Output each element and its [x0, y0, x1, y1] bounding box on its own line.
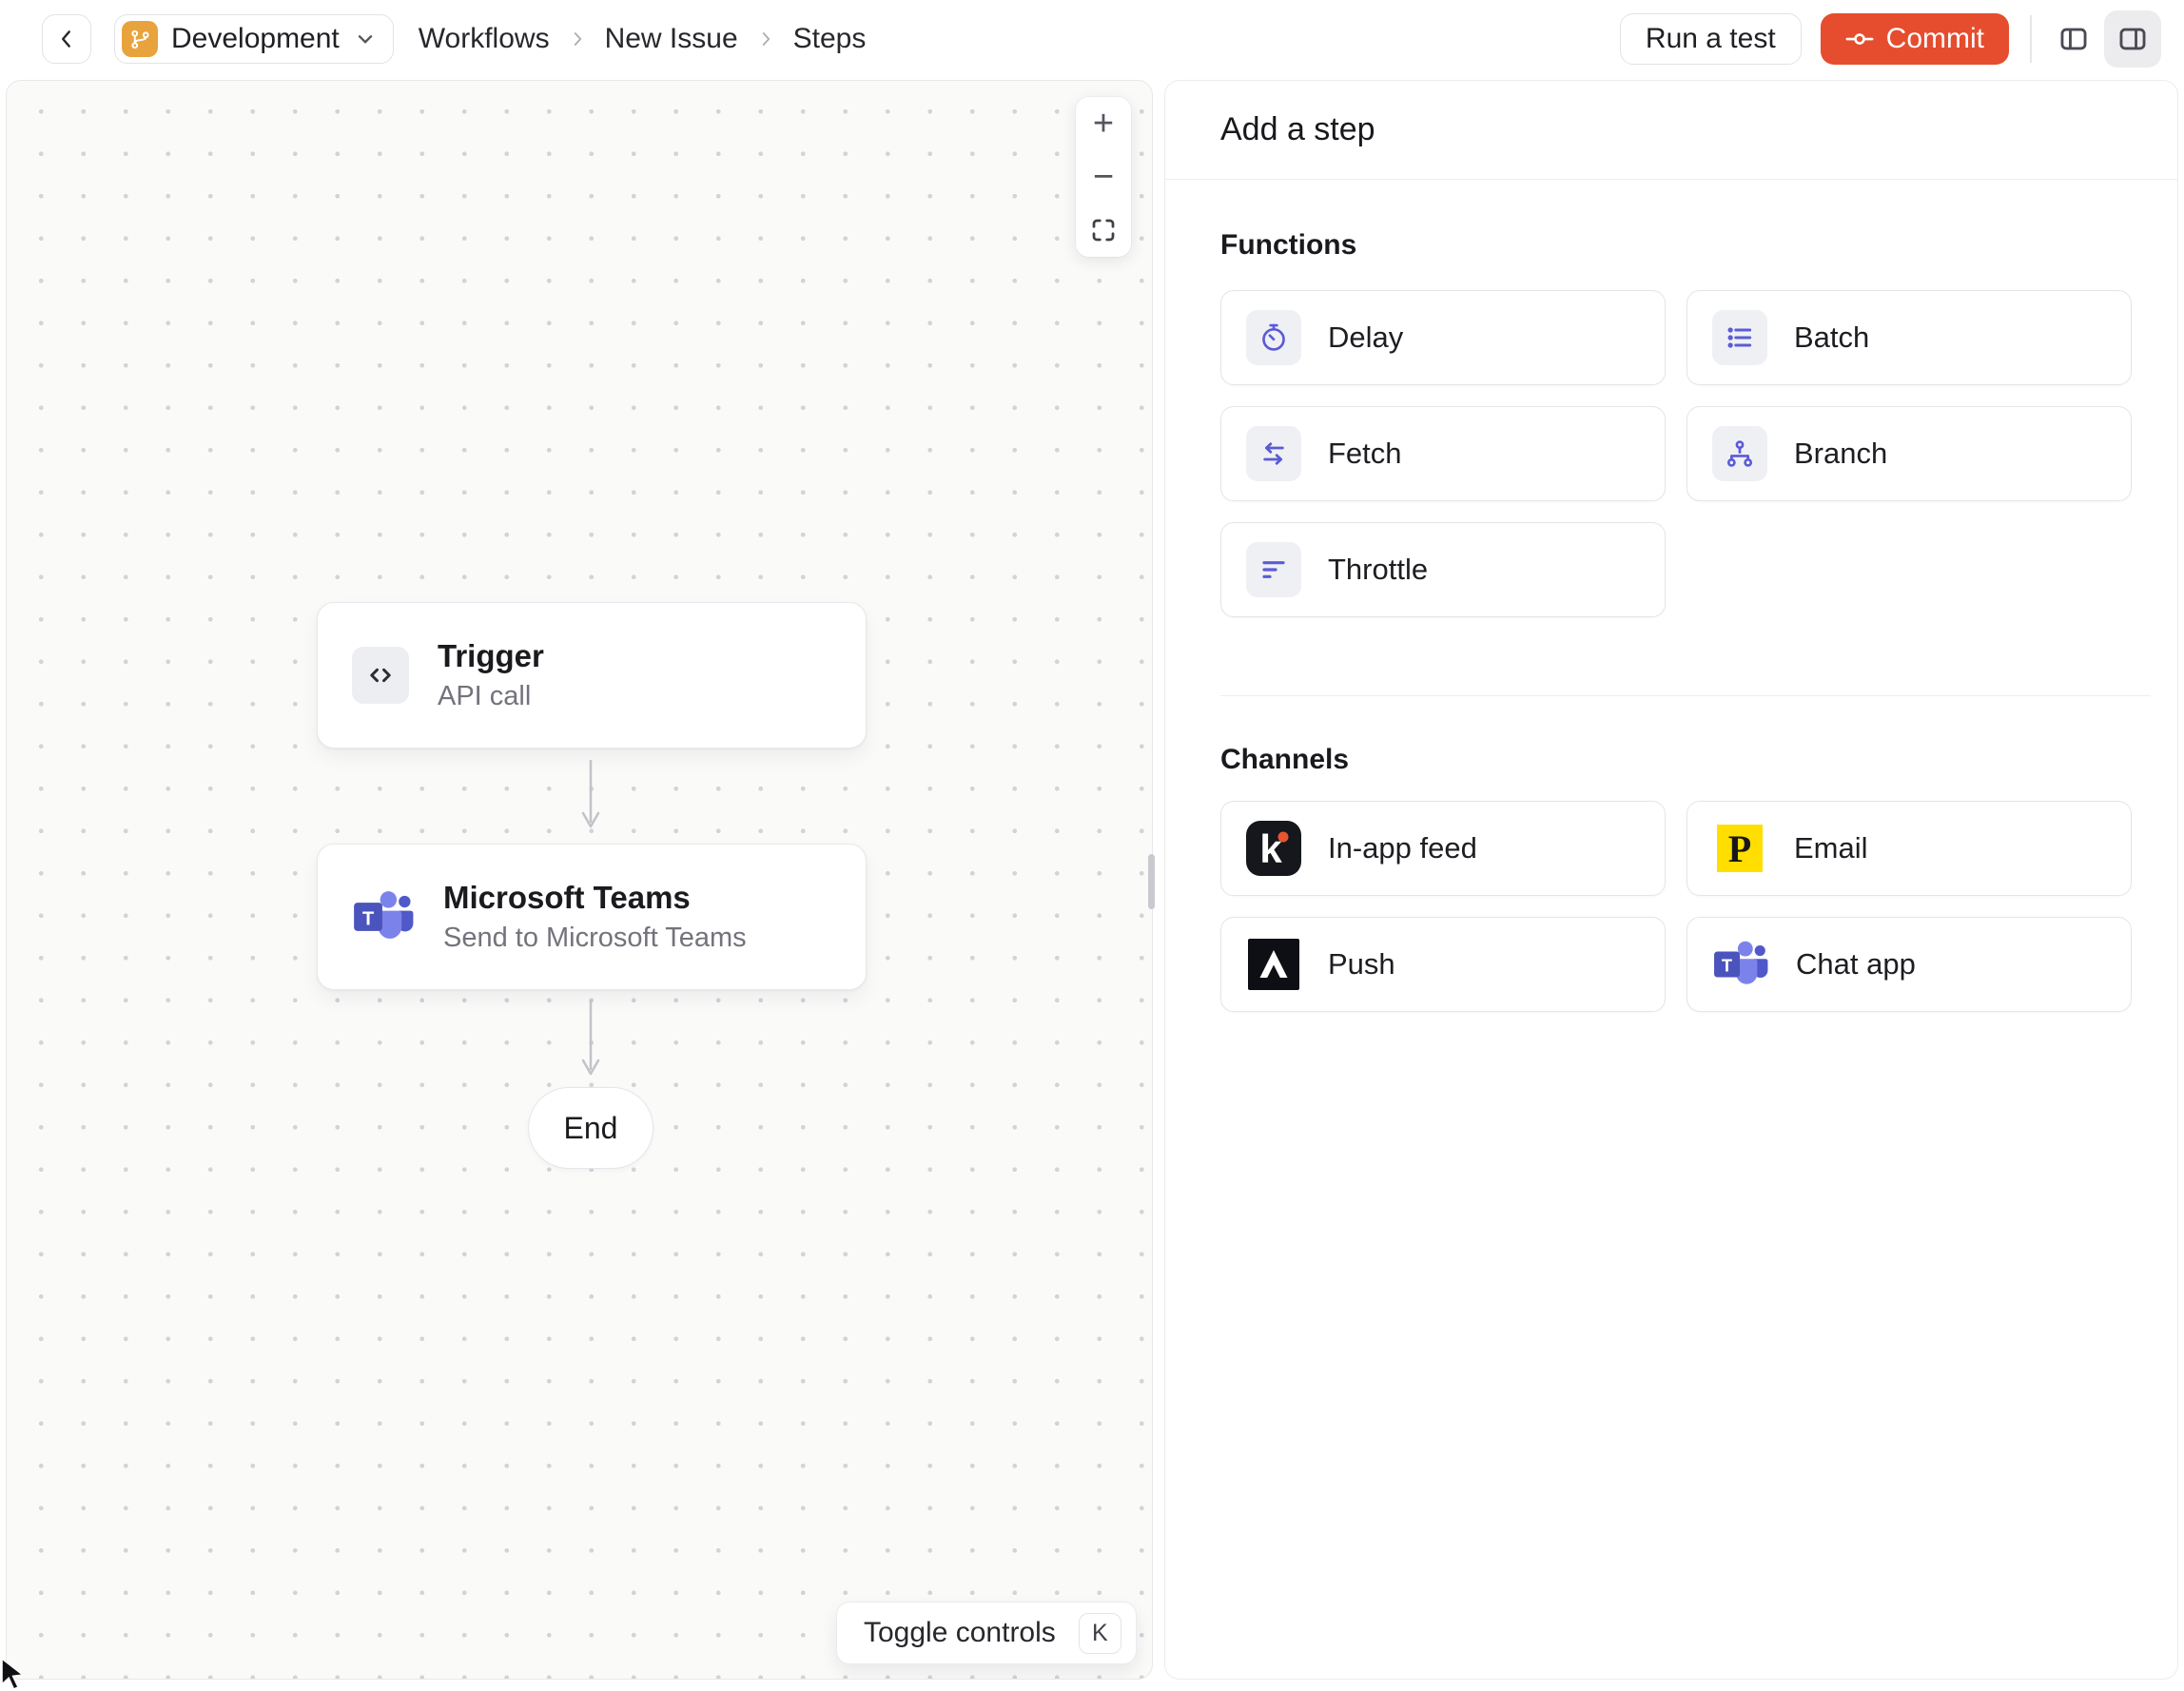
breadcrumb-new-issue[interactable]: New Issue [605, 23, 738, 55]
environment-switcher[interactable]: Development [114, 14, 394, 64]
add-step-panel: Add a step Functions Delay Batch Fetch B… [1164, 80, 2178, 1680]
section-divider [1220, 695, 2151, 696]
function-card-label: Throttle [1328, 553, 1429, 586]
panel-right-icon [2116, 23, 2149, 55]
postmark-logo-icon: P [1712, 821, 1767, 876]
header-divider [2030, 15, 2032, 63]
channels-grid: k In-app feed P Email Push T Chat app [1220, 801, 2151, 1012]
git-commit-icon [1845, 25, 1874, 53]
back-button[interactable] [42, 14, 91, 64]
channel-card-label: Push [1328, 947, 1395, 981]
edge-arrow [581, 760, 600, 828]
svg-text:P: P [1728, 827, 1751, 870]
functions-section-label: Functions [1220, 229, 1357, 261]
breadcrumb: Workflows New Issue Steps [419, 23, 867, 55]
commit-button[interactable]: Commit [1820, 13, 2009, 65]
functions-grid: Delay Batch Fetch Branch Throttle [1220, 290, 2151, 617]
svg-text:T: T [362, 909, 375, 930]
panel-resize-handle[interactable] [1148, 854, 1155, 909]
chevron-left-icon [54, 27, 79, 51]
svg-text:k: k [1259, 826, 1282, 871]
teams-node-title: Microsoft Teams [443, 880, 691, 915]
environment-label: Development [171, 23, 340, 54]
toggle-controls-button[interactable]: Toggle controls K [836, 1602, 1137, 1664]
stopwatch-icon [1246, 310, 1301, 365]
list-icon [1712, 310, 1767, 365]
channels-section-label: Channels [1220, 744, 1350, 775]
panel-title: Add a step [1220, 111, 1375, 147]
panel-header: Add a step [1165, 81, 2177, 180]
channel-card-label: In-app feed [1328, 831, 1477, 865]
function-card-label: Batch [1794, 321, 1870, 354]
zoom-out-button[interactable]: − [1076, 150, 1131, 204]
chevron-down-icon [353, 27, 378, 51]
run-a-test-button[interactable]: Run a test [1619, 13, 1802, 65]
zoom-in-button[interactable]: + [1076, 97, 1131, 150]
workflow-editor: Development Workflows New Issue Steps Ru… [0, 0, 2184, 1691]
toggle-left-panel-button[interactable] [2049, 14, 2098, 64]
workflow-canvas[interactable]: + − Trigger API call T Microsoft Teams S… [6, 80, 1153, 1680]
microsoft-teams-step-node[interactable]: T Microsoft Teams Send to Microsoft Team… [317, 844, 867, 990]
filter-lines-icon [1246, 542, 1301, 597]
svg-text:T: T [1722, 956, 1732, 976]
channel-card-label: Email [1794, 831, 1868, 865]
panel-left-icon [2057, 23, 2090, 55]
plus-icon: + [1092, 103, 1115, 144]
breadcrumb-workflows[interactable]: Workflows [419, 23, 550, 55]
channel-card-push[interactable]: Push [1220, 917, 1666, 1012]
commit-label: Commit [1885, 23, 1984, 54]
teams-node-text: Microsoft Teams Send to Microsoft Teams [443, 880, 747, 954]
edge-arrow [581, 1000, 600, 1076]
code-icon [352, 647, 409, 704]
top-bar: Development Workflows New Issue Steps Ru… [0, 0, 2184, 78]
channels-section: Channels k In-app feed P Email Push T Ch… [1165, 744, 2177, 1012]
function-card-delay[interactable]: Delay [1220, 290, 1666, 385]
swap-arrows-icon [1246, 426, 1301, 481]
git-branch-icon [122, 21, 158, 57]
main-area: + − Trigger API call T Microsoft Teams S… [0, 78, 2184, 1691]
microsoft-teams-icon: T [1712, 937, 1769, 992]
knock-logo-icon: k [1246, 821, 1301, 876]
functions-section: Functions Delay Batch Fetch Branch Throt… [1165, 229, 2177, 696]
channel-card-email[interactable]: P Email [1687, 801, 2132, 896]
function-card-label: Delay [1328, 321, 1404, 354]
channel-card-in-app-feed[interactable]: k In-app feed [1220, 801, 1666, 896]
trigger-node-title: Trigger [438, 638, 544, 673]
breadcrumb-steps: Steps [792, 23, 867, 54]
expo-logo-icon [1246, 937, 1301, 992]
microsoft-teams-icon: T [352, 888, 415, 945]
function-card-label: Fetch [1328, 437, 1402, 470]
channel-card-chat-app[interactable]: T Chat app [1687, 917, 2132, 1012]
function-card-fetch[interactable]: Fetch [1220, 406, 1666, 501]
fit-view-icon [1089, 216, 1118, 244]
channel-card-label: Chat app [1796, 947, 1916, 981]
teams-node-subtitle: Send to Microsoft Teams [443, 923, 747, 953]
chevron-right-icon [755, 29, 776, 49]
function-card-batch[interactable]: Batch [1687, 290, 2132, 385]
end-node[interactable]: End [528, 1087, 653, 1169]
function-card-label: Branch [1794, 437, 1888, 470]
function-card-branch[interactable]: Branch [1687, 406, 2132, 501]
toggle-controls-label: Toggle controls [864, 1617, 1056, 1648]
trigger-node-text: Trigger API call [438, 638, 544, 712]
trigger-node-subtitle: API call [438, 681, 532, 711]
toggle-right-panel-button[interactable] [2104, 10, 2161, 68]
org-tree-icon [1712, 426, 1767, 481]
chevron-right-icon [567, 29, 588, 49]
canvas-zoom-controls: + − [1076, 97, 1131, 257]
minus-icon: − [1092, 156, 1115, 197]
keyboard-shortcut-badge: K [1078, 1612, 1121, 1654]
function-card-throttle[interactable]: Throttle [1220, 522, 1666, 617]
fit-view-button[interactable] [1076, 204, 1131, 257]
trigger-step-node[interactable]: Trigger API call [317, 602, 867, 748]
